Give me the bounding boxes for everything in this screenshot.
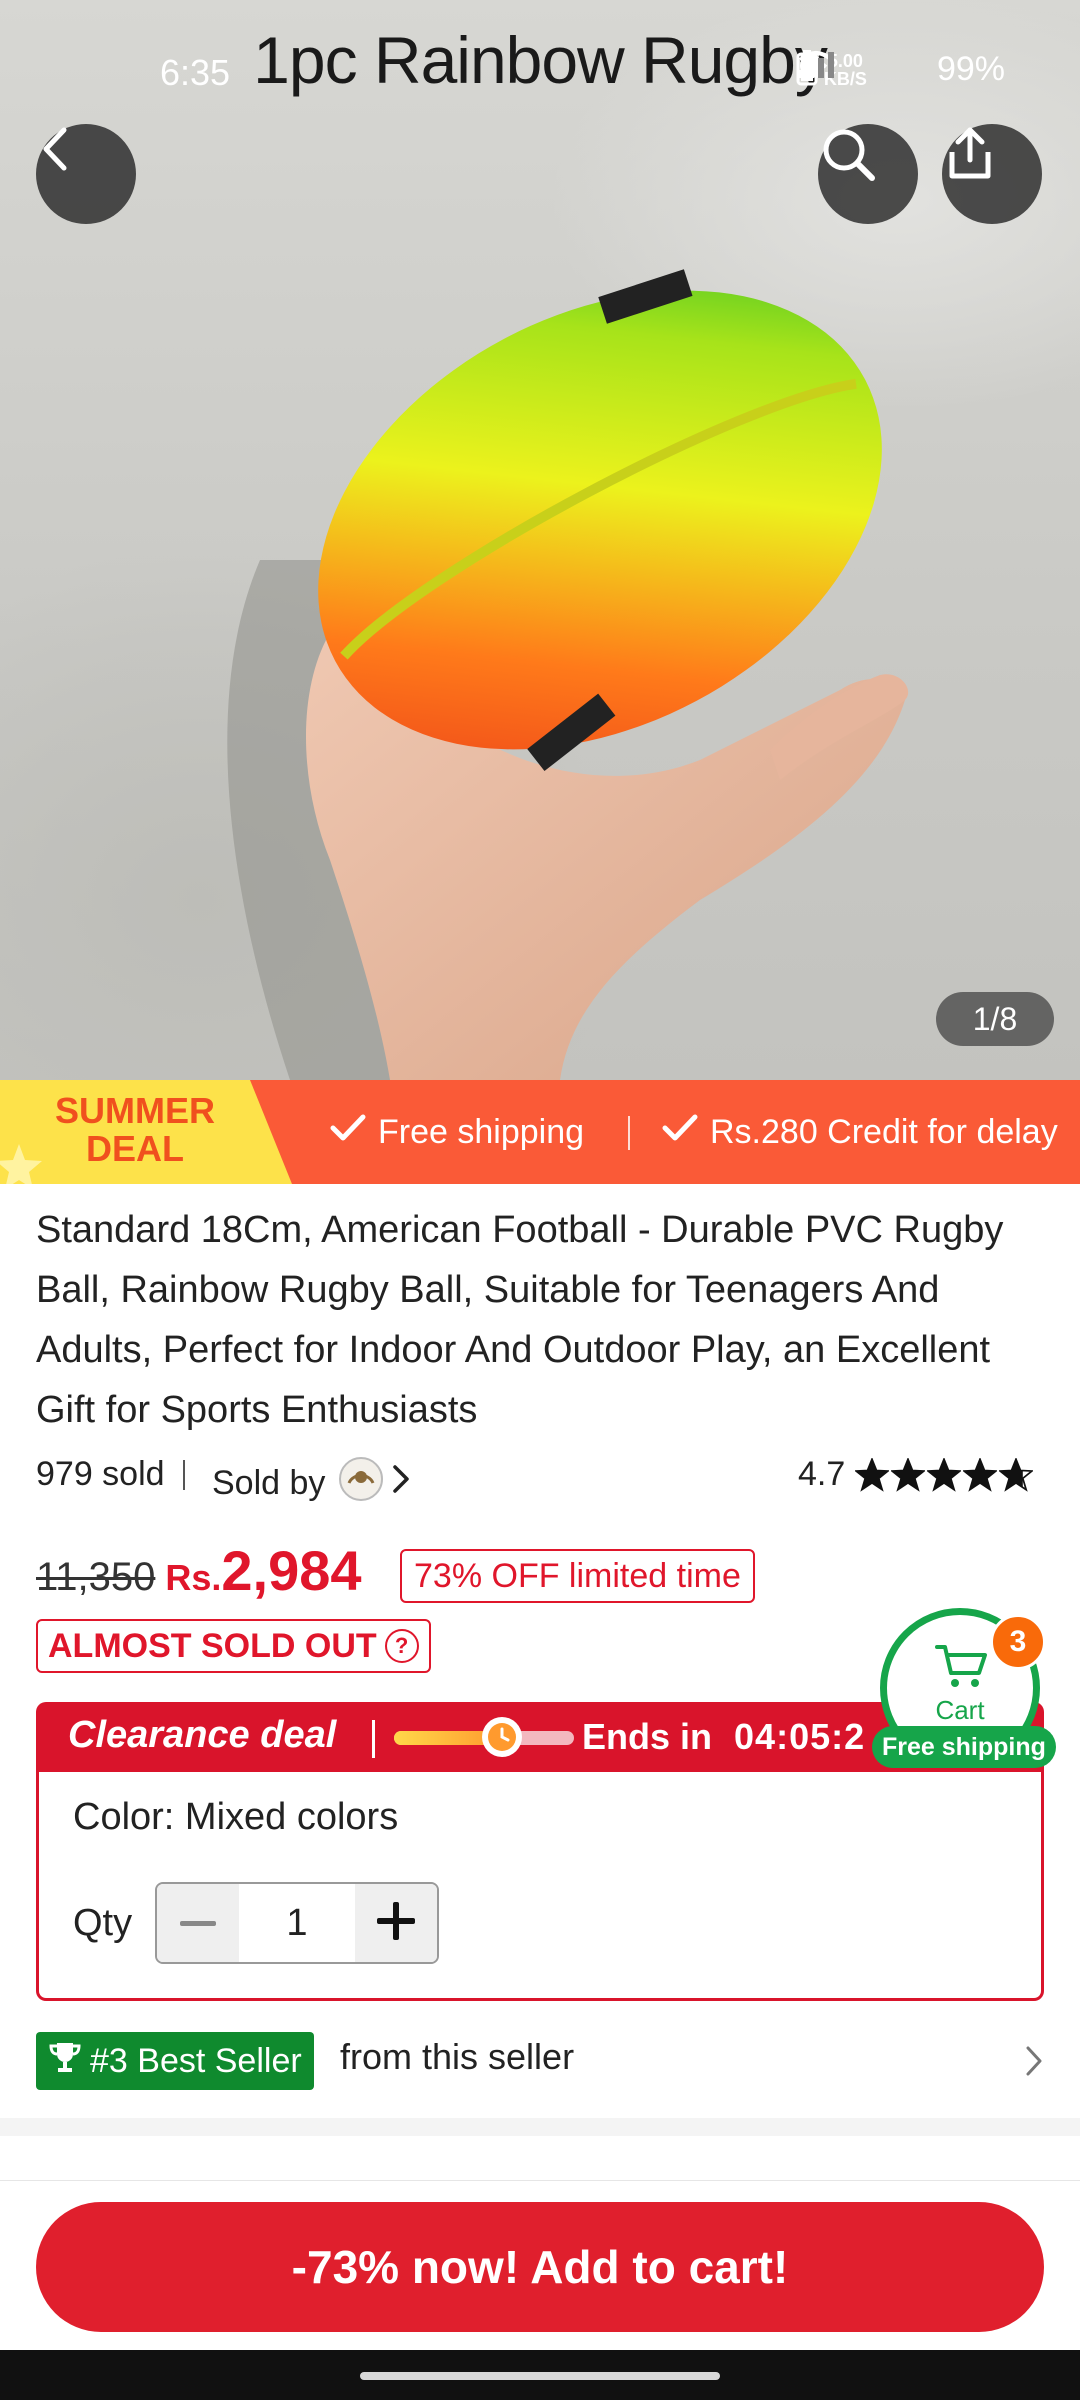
ends-in: Ends in 04:05:2: [582, 1716, 865, 1758]
discount-badge: 73% OFF limited time: [400, 1549, 755, 1603]
rating-stars: [855, 1457, 1034, 1492]
color-option[interactable]: Color: Mixed colors: [73, 1796, 398, 1839]
clock-icon: [482, 1717, 522, 1757]
quantity-stepper: 1: [155, 1882, 439, 1964]
system-navigation-bar: [0, 2350, 1080, 2400]
check-icon: [330, 1113, 366, 1152]
increase-qty-button[interactable]: [355, 1884, 437, 1962]
image-counter: 1/8: [936, 992, 1054, 1046]
almost-sold-out-badge[interactable]: ALMOST SOLD OUT ?: [36, 1619, 431, 1673]
sold-by-label: Sold by: [212, 1464, 326, 1502]
qty-label: Qty: [73, 1902, 133, 1944]
cart-label: Cart: [935, 1695, 985, 1725]
product-image-carousel[interactable]: 1pc Rainbow Rugby 6:35 5.00 KB/S 99% 1/8: [0, 0, 1080, 1080]
star-icon: [0, 1142, 44, 1184]
qty-value[interactable]: 1: [239, 1884, 355, 1962]
price-row: 11,350 Rs. 2,984: [36, 1538, 362, 1603]
clearance-divider: [372, 1720, 375, 1758]
home-gesture-handle[interactable]: [360, 2372, 720, 2380]
delay-credit-text: Rs.280 Credit for delay: [710, 1112, 1058, 1151]
battery-level: 99%: [936, 50, 1005, 88]
star-icon: [927, 1457, 962, 1492]
rating-summary[interactable]: 4.7: [798, 1455, 1034, 1494]
product-photo: [227, 269, 909, 1080]
star-icon: [891, 1457, 926, 1492]
countdown-timer: 04:05:2: [734, 1716, 866, 1757]
sold-by-link[interactable]: Sold by: [212, 1455, 411, 1512]
free-shipping-promo: Free shipping: [330, 1080, 584, 1184]
question-icon: ?: [384, 1629, 419, 1663]
summer-deal-line1: SUMMER: [55, 1090, 215, 1131]
promo-banner: SUMMER DEAL Free shipping Rs.280 Credit …: [0, 1080, 1080, 1184]
share-button[interactable]: [942, 124, 1042, 224]
status-icons: 5.00 KB/S 99%: [796, 50, 1005, 89]
sales-info: 979 sold: [36, 1455, 203, 1494]
almost-sold-out-text: ALMOST SOLD OUT: [48, 1626, 377, 1665]
product-title: Standard 18Cm, American Football - Durab…: [36, 1209, 1004, 1431]
promo-divider: [628, 1116, 630, 1150]
meta-divider: [182, 1459, 185, 1490]
clearance-label: Clearance deal: [68, 1714, 337, 1756]
back-button[interactable]: [36, 124, 136, 224]
seller-logo-icon: [337, 1455, 385, 1512]
variant-selector: Color: Mixed colors Qty 1: [36, 1772, 1044, 2001]
rating-value: 4.7: [798, 1455, 846, 1493]
sold-count: 979 sold: [36, 1455, 165, 1493]
check-icon: [662, 1113, 698, 1152]
best-seller-badge[interactable]: #3 Best Seller: [36, 2032, 314, 2090]
add-to-cart-button[interactable]: -73% now! Add to cart!: [36, 2202, 1044, 2332]
star-icon: [999, 1457, 1034, 1492]
section-divider: [0, 2118, 1080, 2136]
cart-count-badge: 3: [990, 1614, 1046, 1670]
star-icon: [855, 1457, 890, 1492]
current-price: 2,984: [221, 1539, 362, 1602]
status-time: 6:35: [160, 52, 231, 93]
minus-icon: [180, 1914, 216, 1932]
plus-icon: [377, 1901, 415, 1945]
search-button[interactable]: [818, 124, 918, 224]
delay-credit-promo: Rs.280 Credit for delay: [662, 1080, 1058, 1184]
ends-in-label: Ends in: [582, 1716, 713, 1757]
free-shipping-text: Free shipping: [378, 1112, 585, 1151]
clearance-progress: [394, 1717, 574, 1757]
star-icon: [963, 1457, 998, 1492]
best-seller-suffix: from this seller: [340, 2036, 575, 2077]
best-seller-text: #3 Best Seller: [90, 2041, 302, 2080]
status-bar: 6:35 5.00 KB/S 99%: [0, 0, 1080, 140]
cart-icon: [935, 1643, 989, 1696]
chevron-right-icon: [391, 1463, 411, 1504]
currency-symbol: Rs.: [165, 1557, 222, 1598]
original-price: 11,350: [36, 1555, 156, 1599]
trophy-icon: [48, 2040, 82, 2083]
decrease-qty-button[interactable]: [157, 1884, 239, 1962]
cart-free-shipping: Free shipping: [872, 1726, 1056, 1768]
summer-deal-badge: SUMMER DEAL: [0, 1080, 292, 1184]
chevron-right-icon[interactable]: [1024, 2044, 1044, 2083]
